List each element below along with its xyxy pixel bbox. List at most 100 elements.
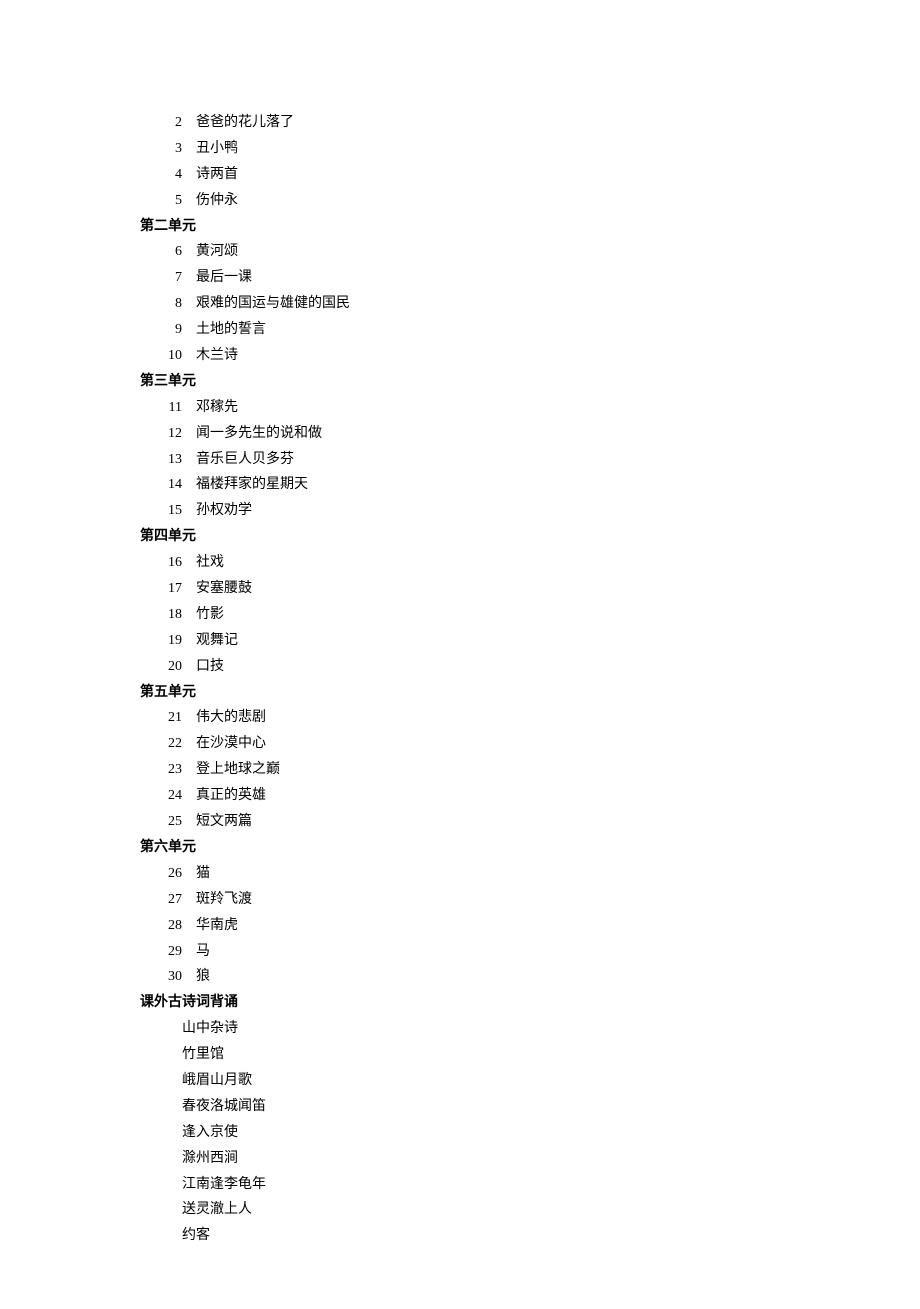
poem-item: 山中杂诗 — [140, 1016, 920, 1042]
item-number: 30 — [168, 964, 196, 990]
list-item: 21 伟大的悲剧 — [140, 705, 920, 731]
list-item: 14 福楼拜家的星期天 — [140, 472, 920, 498]
unit-heading-3: 第三单元 — [140, 369, 920, 395]
item-title: 猫 — [196, 861, 920, 887]
item-title: 闻一多先生的说和做 — [196, 421, 920, 447]
item-title: 黄河颂 — [196, 239, 920, 265]
list-item: 16 社戏 — [140, 550, 920, 576]
item-title: 口技 — [196, 654, 920, 680]
item-number: 15 — [168, 498, 196, 524]
list-item: 29 马 — [140, 939, 920, 965]
item-title: 孙权劝学 — [196, 498, 920, 524]
poem-item: 滁州西涧 — [140, 1146, 920, 1172]
item-number: 27 — [168, 887, 196, 913]
list-item: 2 爸爸的花儿落了 — [140, 110, 920, 136]
list-item: 11 邓稼先 — [140, 395, 920, 421]
item-number: 22 — [168, 731, 196, 757]
item-title: 马 — [196, 939, 920, 965]
list-item: 25 短文两篇 — [140, 809, 920, 835]
item-number: 19 — [168, 628, 196, 654]
item-title: 真正的英雄 — [196, 783, 920, 809]
item-number: 12 — [168, 421, 196, 447]
item-title: 观舞记 — [196, 628, 920, 654]
list-item: 20 口技 — [140, 654, 920, 680]
list-item: 3 丑小鸭 — [140, 136, 920, 162]
item-number: 24 — [168, 783, 196, 809]
item-number: 14 — [168, 472, 196, 498]
item-title: 伟大的悲剧 — [196, 705, 920, 731]
item-number: 4 — [168, 162, 196, 188]
item-title: 艰难的国运与雄健的国民 — [196, 291, 920, 317]
poem-item: 春夜洛城闻笛 — [140, 1094, 920, 1120]
list-item: 24 真正的英雄 — [140, 783, 920, 809]
list-item: 10 木兰诗 — [140, 343, 920, 369]
poem-item: 送灵澈上人 — [140, 1197, 920, 1223]
item-title: 福楼拜家的星期天 — [196, 472, 920, 498]
list-item: 5 伤仲永 — [140, 188, 920, 214]
list-item: 7 最后一课 — [140, 265, 920, 291]
item-title: 音乐巨人贝多芬 — [196, 447, 920, 473]
unit-heading-2: 第二单元 — [140, 214, 920, 240]
item-number: 3 — [168, 136, 196, 162]
item-number: 28 — [168, 913, 196, 939]
item-number: 20 — [168, 654, 196, 680]
item-number: 16 — [168, 550, 196, 576]
list-item: 26 猫 — [140, 861, 920, 887]
item-title: 狼 — [196, 964, 920, 990]
item-number: 18 — [168, 602, 196, 628]
item-number: 26 — [168, 861, 196, 887]
poem-item: 峨眉山月歌 — [140, 1068, 920, 1094]
toc-container: 2 爸爸的花儿落了 3 丑小鸭 4 诗两首 5 伤仲永 第二单元 6 黄河颂 7… — [140, 110, 920, 1249]
list-item: 13 音乐巨人贝多芬 — [140, 447, 920, 473]
item-number: 17 — [168, 576, 196, 602]
item-number: 6 — [168, 239, 196, 265]
list-item: 15 孙权劝学 — [140, 498, 920, 524]
item-number: 23 — [168, 757, 196, 783]
item-number: 21 — [168, 705, 196, 731]
item-number: 29 — [168, 939, 196, 965]
list-item: 18 竹影 — [140, 602, 920, 628]
list-item: 30 狼 — [140, 964, 920, 990]
unit-heading-4: 第四单元 — [140, 524, 920, 550]
item-title: 华南虎 — [196, 913, 920, 939]
list-item: 27 斑羚飞渡 — [140, 887, 920, 913]
item-title: 竹影 — [196, 602, 920, 628]
item-title: 短文两篇 — [196, 809, 920, 835]
item-number: 11 — [168, 395, 196, 421]
item-title: 爸爸的花儿落了 — [196, 110, 920, 136]
item-number: 10 — [168, 343, 196, 369]
item-title: 登上地球之巅 — [196, 757, 920, 783]
item-title: 木兰诗 — [196, 343, 920, 369]
list-item: 4 诗两首 — [140, 162, 920, 188]
item-number: 8 — [168, 291, 196, 317]
item-number: 7 — [168, 265, 196, 291]
item-title: 伤仲永 — [196, 188, 920, 214]
item-number: 5 — [168, 188, 196, 214]
list-item: 22 在沙漠中心 — [140, 731, 920, 757]
item-title: 斑羚飞渡 — [196, 887, 920, 913]
unit-heading-6: 第六单元 — [140, 835, 920, 861]
list-item: 8 艰难的国运与雄健的国民 — [140, 291, 920, 317]
item-title: 丑小鸭 — [196, 136, 920, 162]
poem-item: 竹里馆 — [140, 1042, 920, 1068]
item-number: 9 — [168, 317, 196, 343]
list-item: 12 闻一多先生的说和做 — [140, 421, 920, 447]
list-item: 23 登上地球之巅 — [140, 757, 920, 783]
item-title: 社戏 — [196, 550, 920, 576]
poem-item: 江南逢李龟年 — [140, 1172, 920, 1198]
list-item: 28 华南虎 — [140, 913, 920, 939]
list-item: 6 黄河颂 — [140, 239, 920, 265]
item-title: 在沙漠中心 — [196, 731, 920, 757]
item-number: 13 — [168, 447, 196, 473]
item-title: 安塞腰鼓 — [196, 576, 920, 602]
poem-item: 约客 — [140, 1223, 920, 1249]
item-title: 土地的誓言 — [196, 317, 920, 343]
item-title: 最后一课 — [196, 265, 920, 291]
list-item: 17 安塞腰鼓 — [140, 576, 920, 602]
item-title: 邓稼先 — [196, 395, 920, 421]
item-title: 诗两首 — [196, 162, 920, 188]
poems-heading: 课外古诗词背诵 — [140, 990, 920, 1016]
list-item: 9 土地的誓言 — [140, 317, 920, 343]
list-item: 19 观舞记 — [140, 628, 920, 654]
item-number: 2 — [168, 110, 196, 136]
